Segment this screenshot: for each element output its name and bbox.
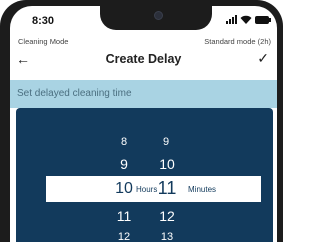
battery-icon (255, 16, 271, 24)
app-header: ← Create Delay ✓ (10, 50, 277, 69)
hour-option[interactable]: 9 (114, 156, 134, 172)
minutes-unit-label: Minutes (188, 185, 217, 194)
wifi-icon (240, 15, 252, 24)
time-picker[interactable]: 8 9 10 11 12 9 10 11 12 13 Hours Minutes (16, 108, 273, 242)
notch (100, 6, 212, 30)
status-icons (226, 15, 271, 24)
standard-mode-label[interactable]: Standard mode (2h) (204, 37, 271, 46)
signal-icon (226, 15, 237, 24)
selected-hour[interactable]: 10 (112, 180, 136, 198)
minute-option[interactable]: 10 (156, 156, 178, 172)
mode-row: Cleaning Mode Standard mode (2h) (18, 37, 271, 46)
hours-unit-label: Hours (136, 185, 158, 194)
info-bar: Set delayed cleaning time (10, 80, 277, 108)
selected-minute[interactable]: 11 (154, 178, 180, 199)
page-title: Create Delay (105, 52, 182, 66)
minute-option[interactable]: 12 (156, 208, 178, 224)
hour-option[interactable]: 11 (112, 208, 136, 224)
hour-option[interactable]: 12 (112, 231, 136, 242)
camera-icon (154, 11, 163, 20)
minute-option[interactable]: 9 (158, 136, 174, 148)
minute-option[interactable]: 13 (156, 231, 178, 242)
app-screen: 8:30 Cleaning Mode Standard mode (2h) ← … (10, 6, 277, 242)
phone-frame: 8:30 Cleaning Mode Standard mode (2h) ← … (0, 0, 283, 242)
checkmark-icon[interactable]: ✓ (257, 50, 269, 67)
hour-option[interactable]: 8 (116, 136, 132, 148)
cleaning-mode-label: Cleaning Mode (18, 37, 69, 46)
status-time: 8:30 (32, 15, 55, 27)
